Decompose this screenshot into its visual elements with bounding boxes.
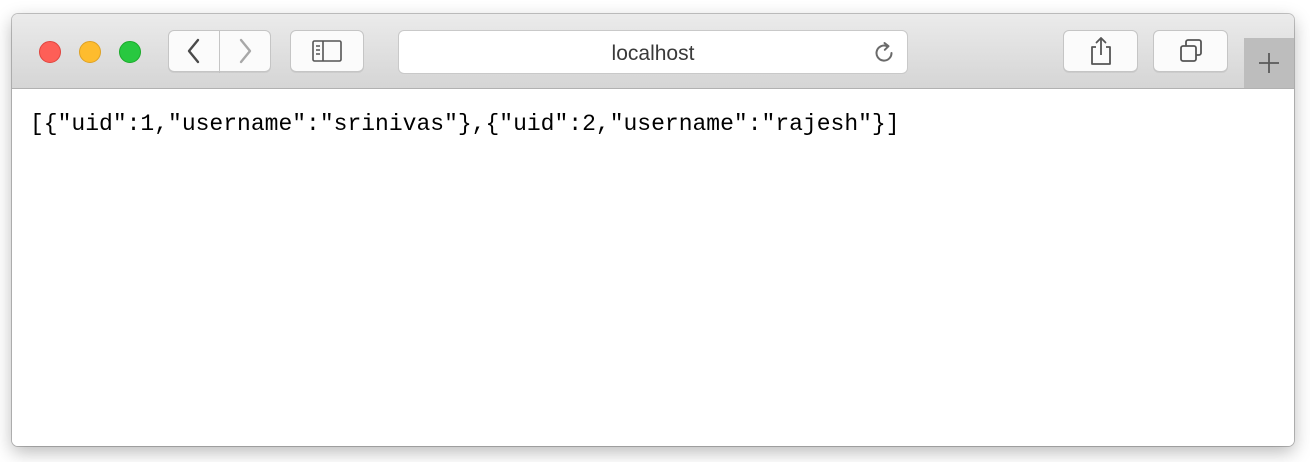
reload-icon[interactable]: [871, 40, 897, 66]
address-bar[interactable]: localhost: [398, 30, 908, 74]
close-window-button[interactable]: [39, 41, 61, 63]
toolbar: localhost: [12, 14, 1294, 89]
address-text: localhost: [611, 42, 695, 65]
json-response-text: [{"uid":1,"username":"srinivas"},{"uid":…: [30, 111, 900, 137]
forward-button[interactable]: [219, 30, 271, 72]
page-content: [{"uid":1,"username":"srinivas"},{"uid":…: [12, 89, 1294, 446]
zoom-window-button[interactable]: [119, 41, 141, 63]
tab-overview-icon: [1179, 39, 1202, 62]
minimize-window-button[interactable]: [79, 41, 101, 63]
new-tab-button[interactable]: [1244, 38, 1294, 88]
share-icon: [1090, 37, 1111, 65]
tab-overview-button[interactable]: [1153, 30, 1228, 72]
sidebar-button[interactable]: [290, 30, 364, 72]
sidebar-icon: [312, 40, 342, 62]
plus-icon: [1259, 53, 1279, 73]
browser-window: localhost [{"uid":1,"username":"srinivas…: [12, 14, 1294, 446]
share-button[interactable]: [1063, 30, 1138, 72]
chevron-right-icon: [239, 38, 252, 64]
back-button[interactable]: [168, 30, 220, 72]
chevron-left-icon: [187, 38, 200, 64]
